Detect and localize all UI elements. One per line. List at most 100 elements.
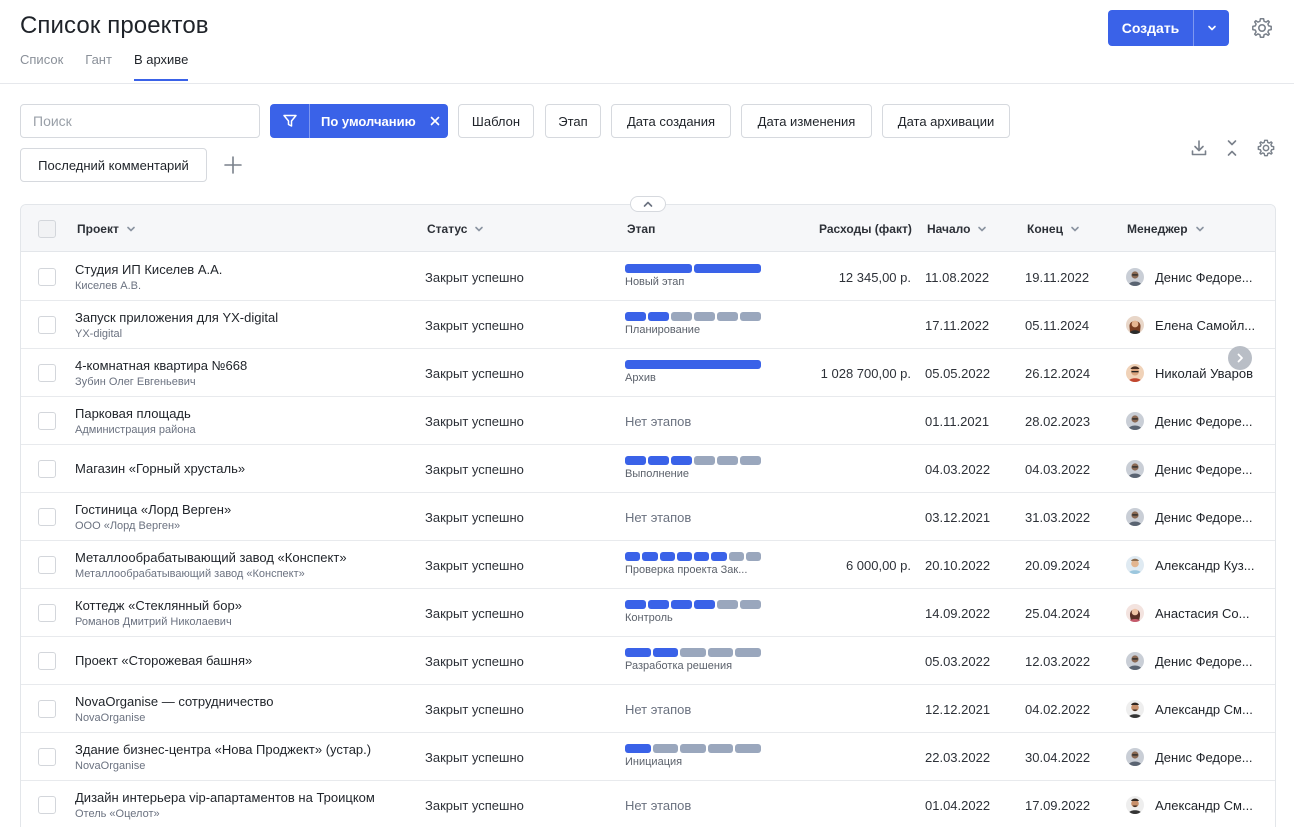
filter-chip-stage[interactable]: Этап bbox=[545, 104, 601, 138]
download-icon[interactable] bbox=[1189, 138, 1209, 158]
filter-chip-archived-date[interactable]: Дата архивации bbox=[882, 104, 1010, 138]
table-row[interactable]: Металлообрабатывающий завод «Конспект» Ме… bbox=[21, 541, 1275, 589]
stage-segment bbox=[659, 552, 675, 561]
end-date: 25.04.2024 bbox=[1025, 605, 1091, 621]
row-checkbox[interactable] bbox=[38, 748, 56, 766]
project-name[interactable]: Здание бизнес-центра «Нова Проджект» (ус… bbox=[75, 742, 371, 757]
row-edge-divider bbox=[1275, 699, 1276, 719]
row-checkbox[interactable] bbox=[38, 652, 56, 670]
project-name[interactable]: Парковая площадь bbox=[75, 406, 191, 421]
project-name[interactable]: Проект «Сторожевая башня» bbox=[75, 653, 252, 668]
row-checkbox[interactable] bbox=[38, 604, 56, 622]
select-all-checkbox[interactable] bbox=[38, 220, 56, 238]
table-row[interactable]: NovaOrganise — сотрудничество NovaOrganis… bbox=[21, 685, 1276, 733]
active-filter-button[interactable]: По умолчанию bbox=[270, 104, 448, 138]
collapse-rows-icon[interactable] bbox=[1222, 138, 1242, 158]
column-header-expenses[interactable]: Расходы (факт) bbox=[819, 205, 912, 252]
column-header-stage[interactable]: Этап bbox=[627, 205, 655, 252]
filter-chip-created-date[interactable]: Дата создания bbox=[611, 104, 731, 138]
project-name[interactable]: Магазин «Горный хрусталь» bbox=[75, 461, 245, 476]
project-status: Закрыт успешно bbox=[425, 605, 524, 621]
settings-gear-icon[interactable] bbox=[1250, 16, 1274, 40]
column-header-project[interactable]: Проект bbox=[77, 205, 136, 252]
manager-name[interactable]: Денис Федоре... bbox=[1155, 493, 1265, 541]
row-checkbox[interactable] bbox=[38, 796, 56, 814]
row-checkbox[interactable] bbox=[38, 460, 56, 478]
stage-label: Планирование bbox=[625, 324, 701, 336]
tab-list[interactable]: Список bbox=[20, 52, 63, 81]
manager-name[interactable]: Александр Куз... bbox=[1155, 541, 1265, 589]
manager-name[interactable]: Александр См... bbox=[1155, 781, 1265, 827]
stage-label: Разработка решения bbox=[625, 660, 733, 672]
row-checkbox[interactable] bbox=[38, 316, 56, 334]
stage-segment bbox=[680, 744, 706, 753]
row-edge-divider bbox=[1275, 795, 1276, 815]
table-settings-gear-icon[interactable] bbox=[1256, 138, 1276, 158]
stage-progress-bar bbox=[625, 552, 761, 561]
manager-name[interactable]: Елена Самойл... bbox=[1155, 301, 1265, 349]
create-dropdown-button[interactable] bbox=[1194, 10, 1229, 46]
project-name[interactable]: Дизайн интерьера vip-апартаментов на Тро… bbox=[75, 790, 375, 805]
stage-segment bbox=[648, 600, 669, 609]
project-client: Отель «Оцелот» bbox=[75, 808, 160, 820]
row-checkbox[interactable] bbox=[38, 364, 56, 382]
row-checkbox[interactable] bbox=[38, 556, 56, 574]
column-header-start[interactable]: Начало bbox=[927, 205, 987, 252]
filter-chip-last-comment[interactable]: Последний комментарий bbox=[20, 148, 207, 182]
manager-avatar bbox=[1126, 796, 1144, 814]
column-header-manager[interactable]: Менеджер bbox=[1127, 205, 1205, 252]
table-row[interactable]: Проект «Сторожевая башня» Закрыт успешно Р… bbox=[21, 637, 1275, 685]
table-row[interactable]: Коттедж «Стеклянный бор» Романов Дмитрий … bbox=[21, 589, 1275, 637]
column-header-status[interactable]: Статус bbox=[427, 205, 484, 252]
project-name[interactable]: Студия ИП Киселев А.А. bbox=[75, 262, 222, 277]
manager-name[interactable]: Александр См... bbox=[1155, 685, 1265, 733]
search-input[interactable] bbox=[20, 104, 260, 138]
row-edge-divider bbox=[1275, 747, 1276, 767]
clear-filter-close-icon[interactable] bbox=[422, 104, 448, 138]
row-checkbox[interactable] bbox=[38, 508, 56, 526]
collapse-filters-toggle[interactable] bbox=[630, 196, 666, 212]
project-name[interactable]: Запуск приложения для YX-digital bbox=[75, 310, 278, 325]
table-row[interactable]: Запуск приложения для YX-digital YX-digit… bbox=[21, 301, 1275, 349]
manager-name[interactable]: Денис Федоре... bbox=[1155, 397, 1265, 445]
filter-chip-modified-date[interactable]: Дата изменения bbox=[741, 104, 872, 138]
row-checkbox[interactable] bbox=[38, 700, 56, 718]
start-date: 22.03.2022 bbox=[925, 749, 991, 765]
stage-segment bbox=[648, 312, 669, 321]
table-row[interactable]: Здание бизнес-центра «Нова Проджект» (ус… bbox=[21, 733, 1276, 781]
project-name[interactable]: Металлообрабатывающий завод «Конспект» bbox=[75, 550, 347, 565]
manager-name[interactable]: Денис Федоре... bbox=[1155, 253, 1265, 301]
manager-name[interactable]: Анастасия Со... bbox=[1155, 589, 1265, 637]
project-name[interactable]: Гостиница «Лорд Верген» bbox=[75, 502, 231, 517]
create-button[interactable]: Создать bbox=[1108, 10, 1229, 46]
project-client: Администрация района bbox=[75, 424, 196, 436]
table-row[interactable]: Дизайн интерьера vip-апартаментов на Тро… bbox=[21, 781, 1276, 827]
table-header: Проект Статус Этап Расходы (факт) Начало… bbox=[21, 205, 1275, 252]
manager-name[interactable]: Денис Федоре... bbox=[1155, 733, 1265, 781]
table-row[interactable]: Гостиница «Лорд Верген» ООО «Лорд Верген»… bbox=[21, 493, 1275, 541]
tab-archive[interactable]: В архиве bbox=[133, 52, 189, 81]
row-checkbox[interactable] bbox=[38, 412, 56, 430]
project-name[interactable]: Коттедж «Стеклянный бор» bbox=[75, 598, 242, 613]
create-button-label[interactable]: Создать bbox=[1108, 10, 1194, 46]
project-name[interactable]: NovaOrganise — сотрудничество bbox=[75, 694, 274, 709]
scroll-right-button[interactable] bbox=[1228, 346, 1252, 370]
filter-funnel-icon[interactable] bbox=[270, 104, 310, 138]
manager-name[interactable]: Денис Федоре... bbox=[1155, 445, 1265, 493]
table-row[interactable]: 4-комнатная квартира №668 Зубин Олег Евге… bbox=[21, 349, 1275, 397]
filter-chip-template[interactable]: Шаблон bbox=[458, 104, 534, 138]
no-stage-text: Нет этапов bbox=[625, 509, 692, 525]
table-row[interactable]: Магазин «Горный хрусталь» Закрыт успешно В… bbox=[21, 445, 1275, 493]
table-row[interactable]: Парковая площадь Администрация района Закр… bbox=[21, 397, 1275, 445]
manager-name[interactable]: Денис Федоре... bbox=[1155, 637, 1265, 685]
active-filter-label[interactable]: По умолчанию bbox=[310, 104, 422, 138]
add-filter-plus-icon[interactable] bbox=[222, 154, 244, 176]
stage-segment bbox=[740, 456, 761, 465]
project-name[interactable]: 4-комнатная квартира №668 bbox=[75, 358, 247, 373]
tab-gantt[interactable]: Гант bbox=[85, 52, 112, 81]
expenses-value: 1 028 700,00 р. bbox=[820, 365, 911, 381]
stage-progress-bar bbox=[625, 600, 761, 609]
row-checkbox[interactable] bbox=[38, 268, 56, 286]
table-row[interactable]: Студия ИП Киселев А.А. Киселев А.В. Закрыт… bbox=[21, 253, 1275, 301]
column-header-end[interactable]: Конец bbox=[1027, 205, 1080, 252]
